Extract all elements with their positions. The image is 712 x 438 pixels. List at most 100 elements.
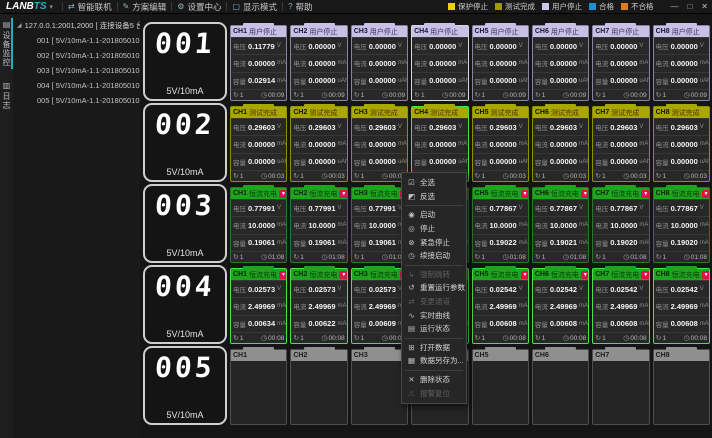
current-label: 电流: [535, 220, 548, 230]
field-row-current: 电流0.00000mA: [352, 54, 407, 71]
current-label: 电流: [293, 58, 306, 68]
capacity-value: 0.00000: [369, 157, 396, 166]
current-value: 0.00000: [308, 140, 335, 149]
channel-card[interactable]: CH7测试完成电压0.29603V电流0.00000mA容量0.00000uAh…: [592, 106, 649, 182]
context-menu-item-select-all[interactable]: ☑全选: [402, 176, 466, 190]
channel-card[interactable]: CH5用户停止电压0.00000V电流0.00000mA容量0.00000uAh…: [472, 25, 529, 101]
current-value: 2.49969: [610, 302, 637, 311]
tree-item-device[interactable]: 003 [ 5V/10mA-1.1-20180501003 ]: [17, 63, 140, 78]
charge-badge-icon: ▼: [279, 271, 286, 279]
elapsed-time: ◷01:08: [321, 253, 344, 261]
channel-card[interactable]: CH6恒流充电▼电压0.77867V电流10.0000mA容量0.19021mA…: [532, 187, 589, 263]
context-menu-item-emergency-stop[interactable]: ⊗紧急停止: [402, 235, 466, 249]
channel-card-header: CH7恒流充电▼: [593, 188, 648, 199]
channel-card[interactable]: CH1测试完成电压0.29603V电流0.00000mA容量0.00000uAh…: [230, 106, 287, 182]
menu-item-plan-edit[interactable]: ✎方案编辑: [123, 1, 167, 13]
context-menu-label: 反选: [420, 191, 435, 202]
channel-card[interactable]: CH6用户停止电压0.00000V电流0.00000mA容量0.00000uAh…: [532, 25, 589, 101]
context-menu-item-reset-params[interactable]: ↺重置运行参数: [402, 281, 466, 295]
channel-card[interactable]: CH1恒流充电▼电压0.77991V电流10.0000mA容量0.19061mA…: [230, 187, 287, 263]
field-row-voltage: 电压0.02542V: [533, 280, 588, 297]
tree-item-device[interactable]: 005 [ 5V/10mA-1.1-20180501005 ]: [17, 93, 140, 108]
channel-name: CH2: [293, 352, 307, 359]
app-logo[interactable]: LANBTS ▾: [6, 1, 53, 12]
channel-card-header: CH3恒流充电▼: [352, 269, 407, 280]
context-menu-item-realtime-curve[interactable]: ∿实时曲线: [402, 308, 466, 322]
channel-card[interactable]: CH1恒流充电▼电压0.02573V电流2.49969mA容量0.00634mA…: [230, 268, 287, 344]
field-row-current: 电流2.49969mA: [654, 297, 709, 314]
channel-card[interactable]: CH7: [592, 349, 649, 425]
channel-card[interactable]: CH1用户停止电压0.11779V电流0.00000mA容量0.02914mAh…: [230, 25, 287, 101]
context-menu-item-delete-status[interactable]: ✕删除状态: [402, 373, 466, 387]
channel-card[interactable]: CH1: [230, 349, 287, 425]
field-row-current: 电流10.0000mA: [533, 216, 588, 233]
battery-nub: [545, 23, 576, 26]
channel-card[interactable]: CH6测试完成电压0.29603V电流0.00000mA容量0.00000uAh…: [532, 106, 589, 182]
clock-icon: ◷: [502, 253, 508, 261]
channel-card[interactable]: CH5: [472, 349, 529, 425]
context-menu-item-save-data-as[interactable]: ▦数据另存为...: [402, 354, 466, 368]
context-menu-item-stop[interactable]: ◎停止: [402, 222, 466, 236]
close-button[interactable]: ✕: [701, 2, 708, 11]
channel-card[interactable]: CH2用户停止电压0.00000V电流0.00000mA容量0.00000uAh…: [290, 25, 347, 101]
channel-name: CH7: [595, 109, 609, 116]
menu-item-settings-center[interactable]: ⚙设置中心: [177, 1, 221, 13]
channel-card[interactable]: CH7恒流充电▼电压0.77867V电流10.0000mA容量0.19020mA…: [592, 187, 649, 263]
tree-item-device[interactable]: 004 [ 5V/10mA-1.1-20180501004 ]: [17, 78, 140, 93]
field-row-current: 电流10.0000mA: [291, 216, 346, 233]
tree-expand-icon[interactable]: ◢: [17, 22, 22, 29]
channel-card[interactable]: CH7用户停止电压0.00000V电流0.00000mA容量0.00000uAh…: [592, 25, 649, 101]
channel-card[interactable]: CH6恒流充电▼电压0.02542V电流2.49969mA容量0.00608mA…: [532, 268, 589, 344]
clock-icon: ◷: [382, 172, 388, 180]
channel-card[interactable]: CH2恒流充电▼电压0.02573V电流2.49969mA容量0.00622mA…: [290, 268, 347, 344]
minimize-button[interactable]: —: [670, 2, 678, 11]
channel-card[interactable]: CH2测试完成电压0.29603V电流0.00000mA容量0.00000uAh…: [290, 106, 347, 182]
channel-card-footer: ↻1◷00:09: [593, 89, 648, 100]
maximize-button[interactable]: □: [687, 2, 692, 11]
channel-card[interactable]: CH8恒流充电▼电压0.77867V电流10.0000mA容量0.19020mA…: [653, 187, 710, 263]
context-menu-item-resume-start[interactable]: ◷续接启动: [402, 249, 466, 263]
channel-card[interactable]: CH8测试完成电压0.29603V电流0.00000mA容量0.00000uAh…: [653, 106, 710, 182]
channel-card[interactable]: CH5测试完成电压0.29603V电流0.00000mA容量0.00000uAh…: [472, 106, 529, 182]
channel-card[interactable]: CH3用户停止电压0.00000V电流0.00000mA容量0.00000uAh…: [351, 25, 408, 101]
channel-card-footer: ↻1◷00:08: [654, 332, 709, 343]
channel-card[interactable]: CH3恒流充电▼电压0.02573V电流2.49969mA容量0.00609mA…: [351, 268, 408, 344]
tree-item-device[interactable]: 001 [ 5V/10mA-1.1-20180501001 ]: [17, 33, 140, 48]
field-row-voltage: 电压0.00000V: [352, 37, 407, 54]
channel-card[interactable]: CH8用户停止电压0.00000V电流0.00000mA容量0.00000uAh…: [653, 25, 710, 101]
menu-item-smart-connect[interactable]: ⇄智能联机: [68, 1, 112, 13]
voltage-value: 0.29603: [369, 123, 396, 132]
channel-name: CH6: [535, 352, 549, 359]
context-menu-item-change-channel: ⇄变更通道: [402, 295, 466, 309]
channel-card[interactable]: CH3恒流充电▼电压0.77991V电流10.0000mA容量0.19061mA…: [351, 187, 408, 263]
tree-root-node[interactable]: ◢ 127.0.0.1:2001,2000 [ 连接设备5 台 ]: [17, 18, 140, 33]
battery-nub: [545, 347, 576, 350]
channel-card[interactable]: CH8: [653, 349, 710, 425]
side-tab-log[interactable]: ▥日志: [0, 79, 13, 112]
menu-item-help[interactable]: ?帮助: [288, 1, 312, 13]
channel-card-header: CH5用户停止: [473, 26, 528, 37]
context-menu-item-open-data[interactable]: ⊞打开数据: [402, 341, 466, 355]
capacity-unit: mAh: [519, 240, 528, 246]
channel-card[interactable]: CH5恒流充电▼电压0.02542V电流2.49969mA容量0.00608mA…: [472, 268, 529, 344]
side-tab-device-monitor[interactable]: ▤设备监控: [0, 18, 13, 69]
channel-card[interactable]: CH2: [290, 349, 347, 425]
channel-card[interactable]: CH4测试完成电压0.29603V电流0.00000mA容量0.00000uAh…: [411, 106, 468, 182]
channel-card[interactable]: CH7恒流充电▼电压0.02542V电流2.49969mA容量0.00608mA…: [592, 268, 649, 344]
context-menu-item-run-status[interactable]: ▤运行状态: [402, 322, 466, 336]
channel-card[interactable]: CH5恒流充电▼电压0.77867V电流10.0000mA容量0.19022mA…: [472, 187, 529, 263]
channel-card[interactable]: CH6: [532, 349, 589, 425]
tree-item-device[interactable]: 002 [ 5V/10mA-1.1-20180501002 ]: [17, 48, 140, 63]
channel-card[interactable]: CH3: [351, 349, 408, 425]
channel-card[interactable]: CH8恒流充电▼电压0.02542V电流2.49969mA容量0.00608mA…: [653, 268, 710, 344]
channel-card[interactable]: CH2恒流充电▼电压0.77991V电流10.0000mA容量0.19061mA…: [290, 187, 347, 263]
channel-fields: 电压0.02542V电流2.49969mA容量0.00608mAh: [533, 280, 588, 332]
channel-card-footer: ↻1◷00:08: [231, 332, 286, 343]
context-menu-item-start[interactable]: ◉启动: [402, 208, 466, 222]
menu-item-display-mode[interactable]: ▢显示模式: [232, 1, 277, 13]
channel-card[interactable]: CH3测试完成电压0.29603V电流0.00000mA容量0.00000uAh…: [351, 106, 408, 182]
clock-icon: ◷: [684, 253, 690, 261]
channel-card[interactable]: CH4用户停止电压0.00000V电流0.00000mA容量0.00000uAh…: [411, 25, 468, 101]
channel-card-header: CH6恒流充电▼: [533, 269, 588, 280]
context-menu-item-invert-selection[interactable]: ◩反选: [402, 190, 466, 204]
